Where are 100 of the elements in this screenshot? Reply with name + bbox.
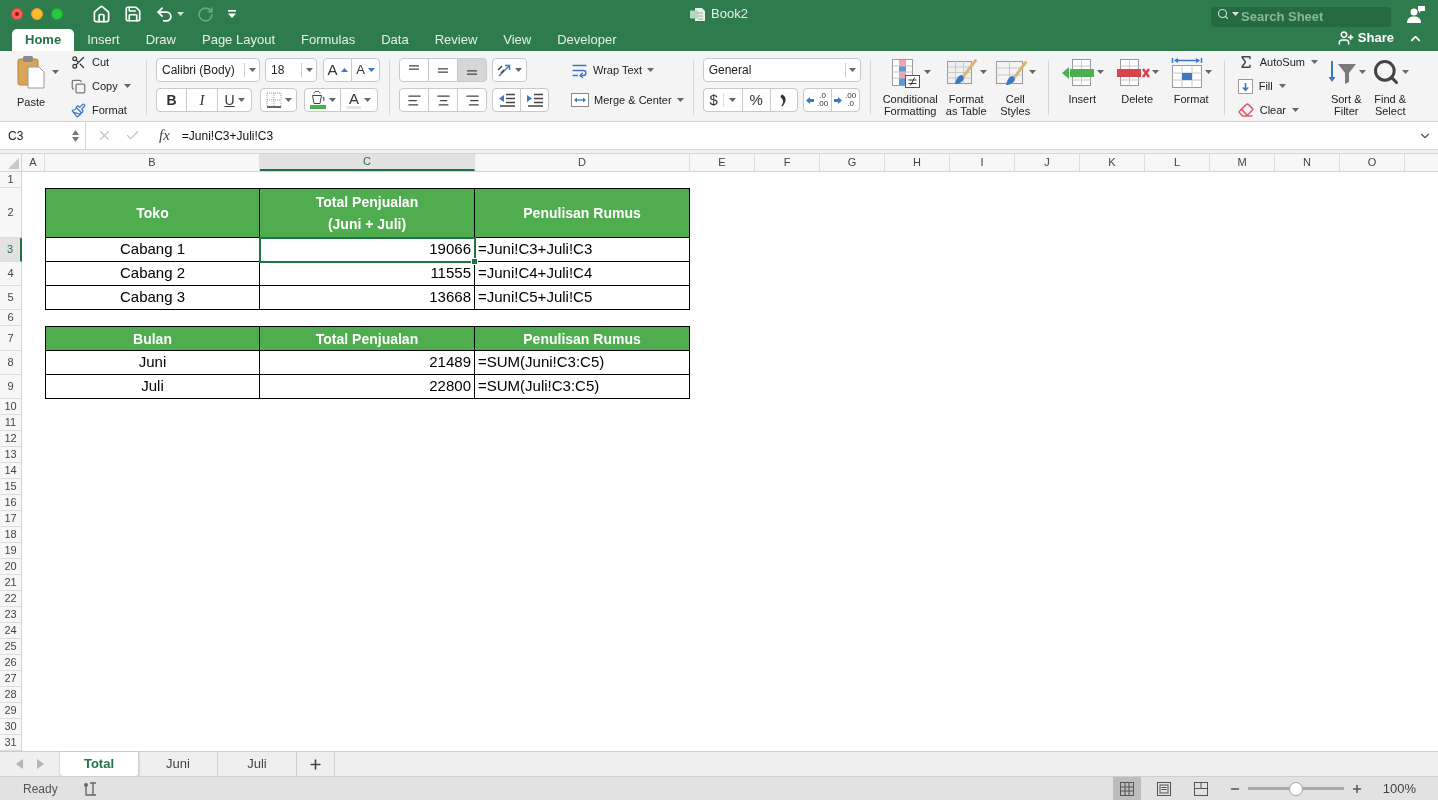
wrap-text-button[interactable]: Wrap Text bbox=[571, 61, 655, 79]
table-cell[interactable]: 22800 bbox=[260, 375, 475, 399]
column-header[interactable]: M bbox=[1210, 154, 1275, 171]
style-button[interactable]: Format as Table bbox=[942, 58, 990, 117]
table-cell[interactable]: =Juni!C5+Juli!C5 bbox=[475, 286, 690, 310]
column-header[interactable]: D bbox=[475, 154, 690, 171]
row-header[interactable]: 29 bbox=[0, 703, 22, 719]
ribbon-tab[interactable]: Developer bbox=[544, 29, 630, 51]
decrease-decimal-button[interactable]: .00 .0 bbox=[830, 88, 860, 112]
row-header[interactable]: 19 bbox=[0, 543, 22, 559]
copy-button[interactable]: Copy bbox=[71, 76, 131, 96]
row-header[interactable]: 16 bbox=[0, 495, 22, 511]
comma-style-button[interactable] bbox=[769, 88, 798, 112]
undo-icon[interactable] bbox=[155, 4, 174, 24]
fill-button[interactable]: Fill bbox=[1237, 76, 1286, 96]
row-header[interactable]: 28 bbox=[0, 687, 22, 703]
shrink-font-button[interactable]: A bbox=[351, 58, 380, 82]
cells-button[interactable]: Insert bbox=[1057, 58, 1107, 105]
row-header[interactable]: 2 bbox=[0, 188, 22, 238]
table-cell[interactable]: Cabang 1 bbox=[45, 238, 260, 262]
ribbon-tab[interactable]: Review bbox=[421, 29, 491, 51]
increase-indent-button[interactable] bbox=[520, 88, 549, 112]
table-cell[interactable]: =SUM(Juni!C3:C5) bbox=[475, 351, 690, 375]
row-header[interactable]: 20 bbox=[0, 559, 22, 575]
vertical-align-button[interactable] bbox=[457, 58, 487, 82]
font-name-dropdown[interactable]: Calibri (Body) bbox=[156, 58, 260, 82]
orientation-button[interactable] bbox=[492, 58, 527, 82]
row-header[interactable]: 27 bbox=[0, 671, 22, 687]
row-header[interactable]: 31 bbox=[0, 735, 22, 751]
percent-button[interactable]: % bbox=[741, 88, 771, 112]
table-cell[interactable]: Cabang 3 bbox=[45, 286, 260, 310]
row-header[interactable]: 6 bbox=[0, 310, 22, 326]
ribbon-tab[interactable]: Home bbox=[12, 29, 75, 51]
grow-font-button[interactable]: A bbox=[323, 58, 352, 82]
cells-button[interactable]: Format bbox=[1167, 58, 1215, 105]
style-button[interactable]: Cell Styles bbox=[991, 58, 1039, 117]
column-header[interactable]: L bbox=[1145, 154, 1210, 171]
row-header[interactable]: 10 bbox=[0, 399, 22, 415]
borders-button[interactable] bbox=[260, 88, 297, 112]
row-header[interactable]: 5 bbox=[0, 286, 22, 310]
search-field[interactable]: Search Sheet bbox=[1211, 6, 1391, 27]
row-header[interactable]: 24 bbox=[0, 623, 22, 639]
sheet-tab[interactable]: Total bbox=[60, 752, 139, 776]
currency-button[interactable]: $ bbox=[702, 88, 743, 112]
share-button[interactable]: Share bbox=[1337, 28, 1394, 48]
row-header[interactable]: 1 bbox=[0, 172, 22, 188]
insert-function-button[interactable]: fx bbox=[159, 124, 170, 147]
increase-decimal-button[interactable]: .0 .00 bbox=[802, 88, 832, 112]
zoom-slider-thumb[interactable] bbox=[1288, 781, 1303, 796]
row-header[interactable]: 12 bbox=[0, 431, 22, 447]
table-cell[interactable]: 21489 bbox=[260, 351, 475, 375]
column-header[interactable]: K bbox=[1080, 154, 1145, 171]
table-cell[interactable]: =Juni!C3+Juli!C3 bbox=[475, 238, 690, 262]
row-header[interactable]: 3 bbox=[0, 238, 22, 262]
save-icon[interactable] bbox=[124, 5, 142, 23]
vertical-align-button[interactable] bbox=[428, 58, 458, 82]
table-cell[interactable]: =Juni!C4+Juli!C4 bbox=[475, 262, 690, 286]
row-header[interactable]: 30 bbox=[0, 719, 22, 735]
table-cell[interactable]: Juli bbox=[45, 375, 260, 399]
row-header[interactable]: 13 bbox=[0, 447, 22, 463]
row-header[interactable]: 11 bbox=[0, 415, 22, 431]
table-cell[interactable]: 11555 bbox=[260, 262, 475, 286]
row-header[interactable]: 4 bbox=[0, 262, 22, 286]
row-header[interactable]: 25 bbox=[0, 639, 22, 655]
column-header[interactable]: G bbox=[820, 154, 885, 171]
horizontal-align-button[interactable] bbox=[428, 88, 458, 112]
ribbon-tab[interactable]: Page Layout bbox=[189, 29, 288, 51]
column-header[interactable]: A bbox=[22, 154, 45, 171]
row-header[interactable]: 21 bbox=[0, 575, 22, 591]
horizontal-align-button[interactable] bbox=[399, 88, 429, 112]
ribbon-tab[interactable]: Draw bbox=[132, 29, 189, 51]
row-header[interactable]: 7 bbox=[0, 326, 22, 351]
row-header[interactable]: 14 bbox=[0, 463, 22, 479]
sort-filter-button[interactable]: Sort & Filter bbox=[1323, 58, 1369, 117]
window-close-icon[interactable] bbox=[11, 8, 23, 20]
paste-button[interactable]: Paste bbox=[10, 55, 52, 111]
autosum-button[interactable]: AutoSum bbox=[1237, 52, 1318, 72]
ribbon-tab[interactable]: Data bbox=[368, 29, 422, 51]
name-box[interactable]: C3 bbox=[0, 122, 86, 149]
column-header[interactable]: F bbox=[755, 154, 820, 171]
row-header[interactable]: 15 bbox=[0, 479, 22, 495]
font-size-dropdown[interactable]: 18 bbox=[265, 58, 317, 82]
column-header[interactable]: O bbox=[1340, 154, 1405, 171]
italic-button[interactable]: I bbox=[186, 88, 218, 112]
row-header[interactable]: 9 bbox=[0, 375, 22, 399]
vertical-align-button[interactable] bbox=[399, 58, 429, 82]
find-select-button[interactable]: Find & Select bbox=[1368, 58, 1412, 117]
style-button[interactable]: Conditional Formatting bbox=[879, 58, 941, 117]
column-header[interactable]: I bbox=[950, 154, 1015, 171]
macro-record-icon[interactable] bbox=[82, 781, 97, 796]
column-header[interactable]: C bbox=[260, 154, 475, 171]
row-header[interactable]: 23 bbox=[0, 607, 22, 623]
ribbon-tab[interactable]: Insert bbox=[74, 29, 133, 51]
person-icon[interactable] bbox=[1407, 5, 1425, 23]
view-button[interactable] bbox=[1112, 777, 1141, 800]
ribbon-tab[interactable]: Formulas bbox=[288, 29, 369, 51]
table-cell[interactable]: =SUM(Juli!C3:C5) bbox=[475, 375, 690, 399]
row-header[interactable]: 26 bbox=[0, 655, 22, 671]
clear-button[interactable]: Clear bbox=[1237, 100, 1299, 120]
column-header[interactable]: J bbox=[1015, 154, 1080, 171]
